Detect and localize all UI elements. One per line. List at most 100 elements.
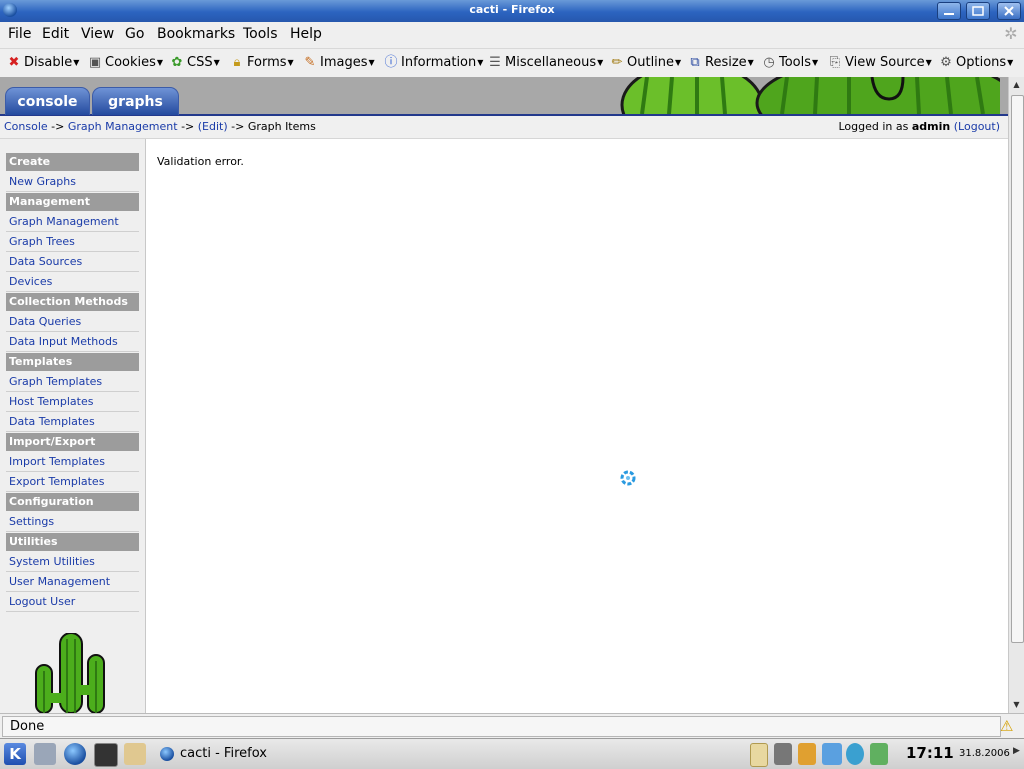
window-title: cacti - Firefox [469,3,555,16]
sidebar-item-settings[interactable]: Settings [6,512,139,532]
sidebar-section-collection-methods: Collection Methods [6,293,139,311]
login-status: Logged in as admin (Logout) [839,116,1001,138]
toolbar-css[interactable]: ✿ CSS▼ [170,49,220,78]
mail-launcher-icon[interactable] [124,743,146,765]
media-player-tray-icon[interactable] [846,743,864,765]
information-icon: ⓘ [384,55,398,70]
validation-error-message: Validation error. [157,155,244,168]
scrollbar-thumb[interactable] [1011,95,1024,643]
dropdown-arrow-icon: ▼ [73,58,80,67]
kde-menu-icon[interactable]: K [4,743,26,765]
minimize-button[interactable] [937,2,961,20]
toolbar-label: View Source [845,55,925,70]
breadcrumb-bar: Console -> Graph Management -> (Edit) ->… [0,116,1008,139]
toolbar-resize[interactable]: ⧉ Resize▼ [688,49,754,78]
sidebar-item-graph-trees[interactable]: Graph Trees [6,232,139,252]
breadcrumb: Console -> Graph Management -> (Edit) ->… [4,116,316,138]
toolbar-view-source[interactable]: ⎘ View Source▼ [828,49,932,78]
terminal-launcher-icon[interactable] [94,743,118,767]
breadcrumb-separator: -> [181,120,195,133]
network-tray-icon[interactable] [774,743,792,765]
toolbar-label: Miscellaneous [505,55,597,70]
dropdown-arrow-icon: ▼ [747,58,754,67]
close-button[interactable] [997,2,1021,20]
network-manager-tray-icon[interactable] [822,743,842,765]
breadcrumb-edit[interactable]: (Edit) [198,120,228,133]
toolbar-disable[interactable]: ✖ Disable▼ [7,49,80,78]
images-icon: ✎ [304,55,316,70]
toolbar-tools[interactable]: ◷ Tools▼ [762,49,818,78]
sidebar-item-system-utilities[interactable]: System Utilities [6,552,139,572]
scroll-up-arrow-icon[interactable]: ▲ [1009,77,1024,92]
breadcrumb-graph-management[interactable]: Graph Management [68,120,178,133]
tab-console[interactable]: console [5,87,90,115]
taskbar-expand-arrow-icon[interactable]: ▶ [1013,746,1020,756]
firefox-icon [160,746,174,761]
toolbar-information[interactable]: ⓘ Information▼ [384,49,483,78]
toolbar-label: Cookies [105,55,156,70]
menu-view[interactable]: View [81,22,114,46]
menu-tools[interactable]: Tools [243,22,278,46]
menu-file[interactable]: File [8,22,31,46]
breadcrumb-console[interactable]: Console [4,120,48,133]
sidebar-item-export-templates[interactable]: Export Templates [6,472,139,492]
dropdown-arrow-icon: ▼ [925,58,932,67]
sidebar-item-data-queries[interactable]: Data Queries [6,312,139,332]
toolbar-options[interactable]: ⚙ Options▼ [939,49,1013,78]
sidebar-item-host-templates[interactable]: Host Templates [6,392,139,412]
toolbar-label: Tools [779,55,812,70]
dropdown-arrow-icon: ▼ [287,58,294,67]
sidebar-section-configuration: Configuration [6,493,139,511]
menu-edit[interactable]: Edit [42,22,69,46]
logout-link[interactable]: (Logout) [954,120,1000,133]
sidebar-item-logout-user[interactable]: Logout User [6,592,139,612]
taskbar-clock[interactable]: 17:11 [906,741,954,765]
loading-spinner-icon [620,470,636,486]
tools-icon: ◷ [763,55,775,70]
toolbar-label: CSS [187,55,213,70]
cookies-icon: ▣ [88,55,102,70]
toolbar-label: Disable [24,55,73,70]
window-titlebar[interactable]: cacti - Firefox [0,0,1024,22]
desktop-taskbar: K cacti - Firefox 17:11 31.8.2006 ▶ [0,738,1024,769]
toolbar-images[interactable]: ✎ Images▼ [303,49,375,78]
sidebar-item-graph-templates[interactable]: Graph Templates [6,372,139,392]
dropdown-arrow-icon: ▼ [1007,58,1014,67]
browser-launcher-icon[interactable] [64,743,86,765]
sidebar-item-import-templates[interactable]: Import Templates [6,452,139,472]
tab-graphs[interactable]: graphs [92,87,179,115]
taskbar-window-button[interactable]: cacti - Firefox [160,742,740,766]
sidebar-item-new-graphs[interactable]: New Graphs [6,172,139,192]
klipper-tray-icon[interactable] [750,743,768,767]
sidebar-item-user-management[interactable]: User Management [6,572,139,592]
cacti-banner-image [617,77,1000,114]
dropdown-arrow-icon: ▼ [812,58,819,67]
sidebar-item-data-templates[interactable]: Data Templates [6,412,139,432]
sidebar-item-devices[interactable]: Devices [6,272,139,292]
update-tray-icon[interactable] [870,743,888,765]
forms-icon: 🔒︎ [233,55,241,70]
breadcrumb-separator: -> [231,120,245,133]
scroll-down-arrow-icon[interactable]: ▼ [1009,697,1024,712]
sidebar-item-graph-management[interactable]: Graph Management [6,212,139,232]
breadcrumb-separator: -> [51,120,65,133]
sidebar-item-data-sources[interactable]: Data Sources [6,252,139,272]
toolbar-miscellaneous[interactable]: ☰ Miscellaneous▼ [488,49,603,78]
warning-icon[interactable]: ⚠ [1000,717,1013,735]
status-text: Done [2,716,1001,737]
toolbar-outline[interactable]: ✏ Outline▼ [610,49,682,78]
close-icon [1004,6,1014,16]
package-tray-icon[interactable] [798,743,816,765]
menu-go[interactable]: Go [125,22,144,46]
maximize-button[interactable] [966,2,990,20]
toolbar-forms[interactable]: 🔒︎ Forms▼ [230,49,294,78]
menu-bookmarks[interactable]: Bookmarks [157,22,235,46]
menu-help[interactable]: Help [290,22,322,46]
desktop-switcher-icon[interactable] [34,743,56,765]
dropdown-arrow-icon: ▼ [156,58,164,67]
sidebar-item-data-input-methods[interactable]: Data Input Methods [6,332,139,352]
vertical-scrollbar[interactable]: ▲ ▼ [1008,77,1024,713]
throbber-icon: ✲ [1004,24,1018,43]
login-username: admin [911,120,951,133]
toolbar-cookies[interactable]: ▣ Cookies▼ [88,49,163,78]
